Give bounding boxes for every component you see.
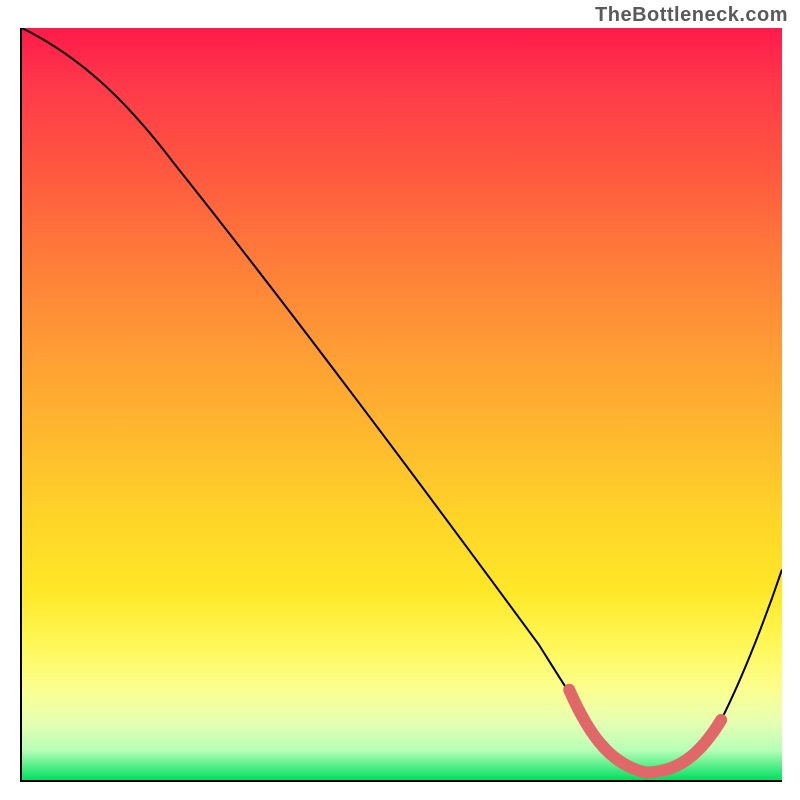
highlight-band xyxy=(569,690,721,773)
plot-area xyxy=(20,28,782,782)
curve-layer xyxy=(22,28,782,780)
attribution-text: TheBottleneck.com xyxy=(595,4,788,27)
chart-container: TheBottleneck.com xyxy=(0,0,800,800)
bottleneck-curve xyxy=(22,28,782,773)
